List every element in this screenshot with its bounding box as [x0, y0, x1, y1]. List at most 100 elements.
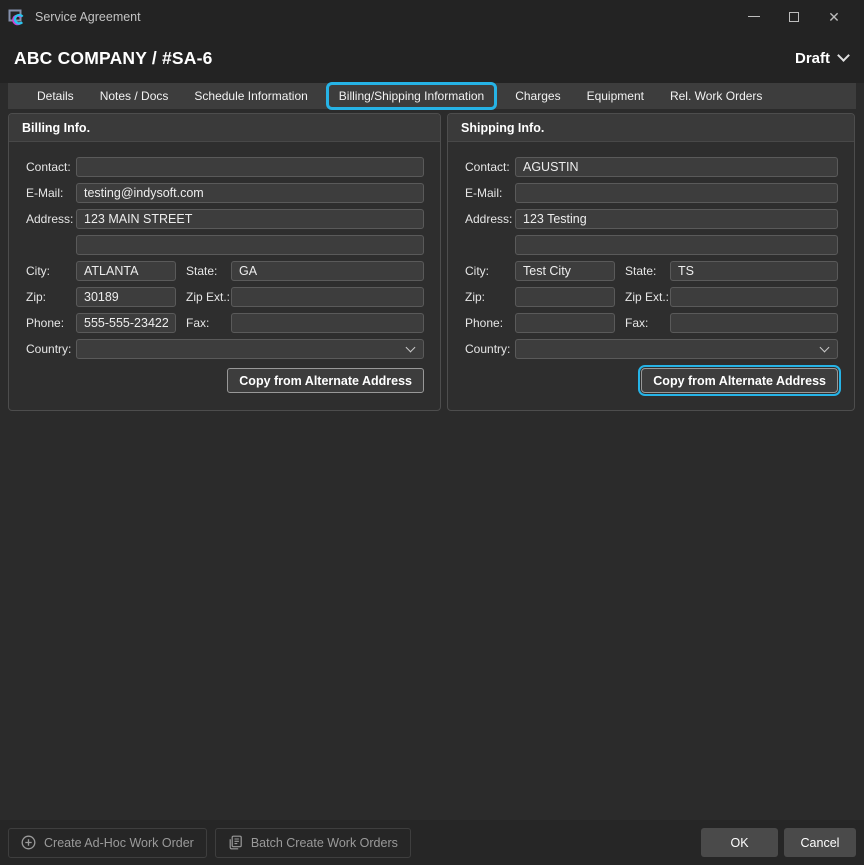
- tab-billing-shipping-information[interactable]: Billing/Shipping Information: [326, 82, 497, 110]
- billing-address2-row: [26, 235, 424, 255]
- billing-state-input[interactable]: [231, 261, 424, 281]
- billing-panel-title: Billing Info.: [22, 121, 90, 135]
- window-controls: ✕: [734, 0, 854, 33]
- shipping-phone-input[interactable]: [515, 313, 615, 333]
- billing-info-panel: Billing Info. Contact: E-Mail: Address:: [8, 113, 441, 411]
- billing-fax-input[interactable]: [231, 313, 424, 333]
- shipping-panel-body: Contact: E-Mail: Address: City:: [448, 142, 854, 410]
- close-button[interactable]: ✕: [814, 0, 854, 33]
- shipping-phone-fax-row: Phone: Fax:: [465, 313, 838, 333]
- shipping-fax-input[interactable]: [670, 313, 838, 333]
- billing-email-label: E-Mail:: [26, 186, 76, 200]
- maximize-button[interactable]: [774, 0, 814, 33]
- shipping-contact-label: Contact:: [465, 160, 515, 174]
- shipping-copy-from-alternate-address-button[interactable]: Copy from Alternate Address: [641, 368, 838, 393]
- shipping-country-row: Country:: [465, 339, 838, 359]
- status-badge: Draft: [795, 50, 830, 67]
- shipping-city-label: City:: [465, 264, 515, 278]
- billing-copy-row: Copy from Alternate Address: [26, 368, 424, 393]
- batch-create-work-orders-label: Batch Create Work Orders: [251, 836, 398, 850]
- billing-address1-row: Address:: [26, 209, 424, 229]
- billing-shipping-content: Billing Info. Contact: E-Mail: Address:: [0, 109, 864, 411]
- chevron-down-icon: [406, 342, 416, 352]
- tab-charges[interactable]: Charges: [502, 83, 573, 109]
- shipping-email-label: E-Mail:: [465, 186, 515, 200]
- batch-create-work-orders-button[interactable]: Batch Create Work Orders: [215, 828, 411, 858]
- shipping-email-input[interactable]: [515, 183, 838, 203]
- shipping-contact-row: Contact:: [465, 157, 838, 177]
- billing-country-label: Country:: [26, 342, 76, 356]
- billing-zip-ext-label: Zip Ext.:: [186, 290, 231, 304]
- titlebar: Service Agreement ✕: [0, 0, 864, 33]
- shipping-city-state-row: City: State:: [465, 261, 838, 281]
- chevron-down-icon: [820, 342, 830, 352]
- minimize-icon: [748, 16, 760, 17]
- shipping-zip-ext-input[interactable]: [670, 287, 838, 307]
- tab-bar: Details Notes / Docs Schedule Informatio…: [8, 83, 856, 109]
- page-title: ABC COMPANY / #SA-6: [14, 48, 213, 69]
- billing-copy-from-alternate-address-button[interactable]: Copy from Alternate Address: [227, 368, 424, 393]
- footer-actions: OK Cancel: [701, 828, 856, 857]
- tab-rel-work-orders[interactable]: Rel. Work Orders: [657, 83, 775, 109]
- billing-fax-label: Fax:: [186, 316, 231, 330]
- tab-equipment[interactable]: Equipment: [574, 83, 657, 109]
- create-adhoc-work-order-label: Create Ad-Hoc Work Order: [44, 836, 194, 850]
- app-icon: [8, 8, 26, 26]
- document-stack-icon: [228, 835, 243, 850]
- billing-email-row: E-Mail:: [26, 183, 424, 203]
- shipping-zip-row: Zip: Zip Ext.:: [465, 287, 838, 307]
- service-agreement-window: Service Agreement ✕ ABC COMPANY / #SA-6 …: [0, 0, 864, 865]
- billing-zip-row: Zip: Zip Ext.:: [26, 287, 424, 307]
- billing-country-select[interactable]: [76, 339, 424, 359]
- billing-panel-header: Billing Info.: [9, 114, 440, 142]
- cancel-button[interactable]: Cancel: [784, 828, 856, 857]
- billing-city-input[interactable]: [76, 261, 176, 281]
- billing-zip-input[interactable]: [76, 287, 176, 307]
- tab-schedule-information[interactable]: Schedule Information: [181, 83, 320, 109]
- close-icon: ✕: [828, 10, 840, 24]
- tab-details[interactable]: Details: [24, 83, 87, 109]
- tab-notes-docs[interactable]: Notes / Docs: [87, 83, 182, 109]
- billing-email-input[interactable]: [76, 183, 424, 203]
- shipping-address-label: Address:: [465, 212, 515, 226]
- billing-address1-input[interactable]: [76, 209, 424, 229]
- shipping-email-row: E-Mail:: [465, 183, 838, 203]
- billing-city-label: City:: [26, 264, 76, 278]
- billing-panel-body: Contact: E-Mail: Address: City:: [9, 142, 440, 410]
- shipping-state-label: State:: [625, 264, 670, 278]
- billing-zip-ext-input[interactable]: [231, 287, 424, 307]
- shipping-info-panel: Shipping Info. Contact: E-Mail: Address:: [447, 113, 855, 411]
- shipping-copy-row: Copy from Alternate Address: [465, 368, 838, 393]
- shipping-zip-ext-label: Zip Ext.:: [625, 290, 670, 304]
- window-top-band: Service Agreement ✕ ABC COMPANY / #SA-6 …: [0, 0, 864, 83]
- billing-phone-fax-row: Phone: Fax:: [26, 313, 424, 333]
- circle-plus-icon: [21, 835, 36, 850]
- billing-zip-label: Zip:: [26, 290, 76, 304]
- create-adhoc-work-order-button[interactable]: Create Ad-Hoc Work Order: [8, 828, 207, 858]
- ok-button[interactable]: OK: [701, 828, 778, 857]
- shipping-address1-input[interactable]: [515, 209, 838, 229]
- billing-contact-row: Contact:: [26, 157, 424, 177]
- shipping-address2-input[interactable]: [515, 235, 838, 255]
- shipping-address1-row: Address:: [465, 209, 838, 229]
- shipping-state-input[interactable]: [670, 261, 838, 281]
- billing-address-label: Address:: [26, 212, 76, 226]
- window-title: Service Agreement: [35, 10, 141, 24]
- minimize-button[interactable]: [734, 0, 774, 33]
- shipping-country-label: Country:: [465, 342, 515, 356]
- billing-phone-input[interactable]: [76, 313, 176, 333]
- shipping-address2-row: [465, 235, 838, 255]
- shipping-contact-input[interactable]: [515, 157, 838, 177]
- shipping-country-select[interactable]: [515, 339, 838, 359]
- chevron-down-icon: [837, 49, 850, 62]
- status-dropdown[interactable]: Draft: [795, 50, 848, 67]
- shipping-zip-input[interactable]: [515, 287, 615, 307]
- shipping-panel-header: Shipping Info.: [448, 114, 854, 142]
- billing-address2-input[interactable]: [76, 235, 424, 255]
- billing-contact-input[interactable]: [76, 157, 424, 177]
- footer-bar: Create Ad-Hoc Work Order Batch Create Wo…: [0, 820, 864, 865]
- shipping-city-input[interactable]: [515, 261, 615, 281]
- shipping-panel-title: Shipping Info.: [461, 121, 544, 135]
- billing-city-state-row: City: State:: [26, 261, 424, 281]
- document-header: ABC COMPANY / #SA-6 Draft: [0, 33, 864, 83]
